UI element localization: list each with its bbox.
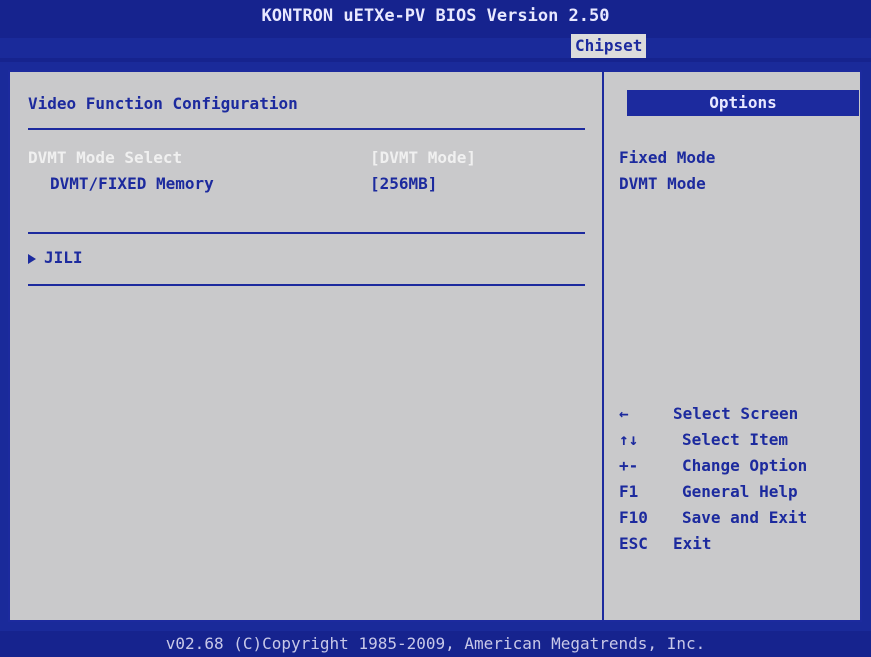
submenu-arrow-icon [28,254,36,264]
help-key-f10: F10 [619,508,648,527]
bios-title: KONTRON uETXe-PV BIOS Version 2.50 [261,6,610,26]
setting-dvmt-mode-value[interactable]: [DVMT Mode] [370,148,476,167]
setting-dvmt-memory-value[interactable]: [256MB] [370,174,437,193]
help-select-screen: Select Screen [673,404,799,423]
section-rule-bottom [28,284,585,286]
help-key-updown-arrows-icon: ↑↓ [619,430,639,449]
tab-underline [0,58,871,62]
setting-dvmt-memory-label[interactable]: DVMT/FIXED Memory [50,174,214,193]
tab-chipset[interactable]: Chipset [571,34,647,58]
option-fixed-mode[interactable]: Fixed Mode [619,148,715,167]
main-panel: Video Function Configuration DVMT Mode S… [8,70,862,622]
help-save-exit: Save and Exit [682,508,808,527]
section-title: Video Function Configuration [28,94,298,113]
help-key-esc: ESC [619,534,648,553]
help-change-option: Change Option [682,456,808,475]
panel-divider [602,72,604,620]
help-select-item: Select Item [682,430,788,449]
section-rule-top [28,128,585,130]
copyright-footer: v02.68 (C)Copyright 1985-2009, American … [0,631,871,657]
help-exit: Exit [673,534,712,553]
help-key-plus-minus: +- [619,456,639,475]
section-rule-mid [28,232,585,234]
options-header: Options [627,90,859,116]
setting-dvmt-mode-label[interactable]: DVMT Mode Select [28,148,182,167]
help-key-left-arrow-icon: ← [619,404,629,423]
help-key-f1: F1 [619,482,639,501]
option-dvmt-mode[interactable]: DVMT Mode [619,174,706,193]
submenu-jili[interactable]: JILI [44,248,83,267]
help-general-help: General Help [682,482,798,501]
